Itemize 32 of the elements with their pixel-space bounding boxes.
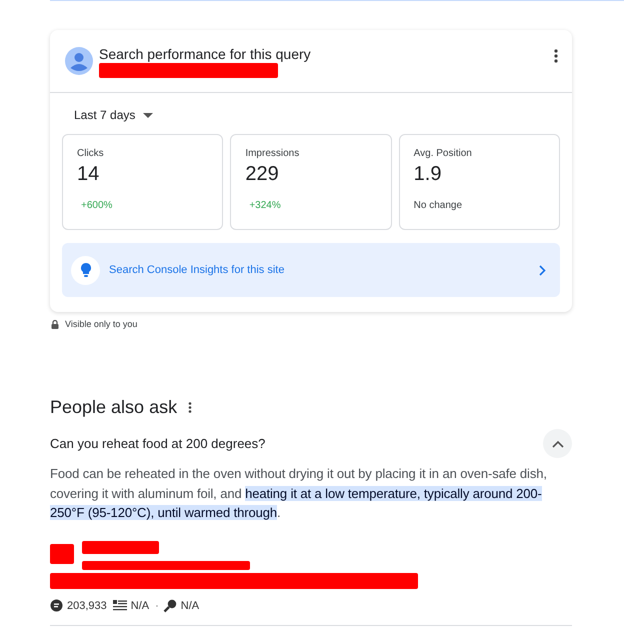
lightbulb-icon [71, 256, 100, 284]
question-text[interactable]: Can you reheat food at 200 degrees? [50, 436, 266, 451]
redaction-bar [50, 544, 74, 564]
list-icon [112, 600, 127, 611]
period-dropdown[interactable]: Last 7 days [62, 107, 154, 123]
chevron-up-icon [552, 440, 564, 448]
metric-change: No change [414, 200, 464, 211]
metric-value: 14 [77, 163, 100, 186]
traffic-icon [50, 599, 63, 612]
key-icon [162, 598, 177, 612]
metric-change: +324% [248, 200, 282, 211]
metric-value: 1.9 [414, 163, 442, 186]
chevron-right-icon [539, 264, 546, 276]
stat-value: 203,933 [67, 600, 107, 612]
expand-toggle[interactable] [543, 429, 572, 458]
insights-link[interactable]: Search Console Insights for this site [62, 243, 560, 297]
metric-value: 229 [245, 163, 280, 186]
metric-label: Impressions [245, 148, 300, 159]
stat-value: N/A [180, 600, 200, 612]
metric-label: Avg. Position [414, 148, 473, 159]
section-heading: People also ask [50, 397, 178, 418]
lock-icon [51, 320, 59, 328]
more-options-icon[interactable] [188, 402, 192, 413]
metric-change: +600% [80, 200, 114, 211]
more-options-icon[interactable] [554, 49, 558, 63]
metric-label: Clicks [77, 148, 105, 159]
visibility-note: Visible only to you [65, 319, 138, 329]
card-title: Search performance for this query [99, 46, 312, 62]
stat-value: N/A [130, 600, 150, 612]
dropdown-caret-icon [143, 112, 154, 118]
separator-dot: · [155, 600, 159, 612]
avatar-icon [65, 47, 93, 75]
